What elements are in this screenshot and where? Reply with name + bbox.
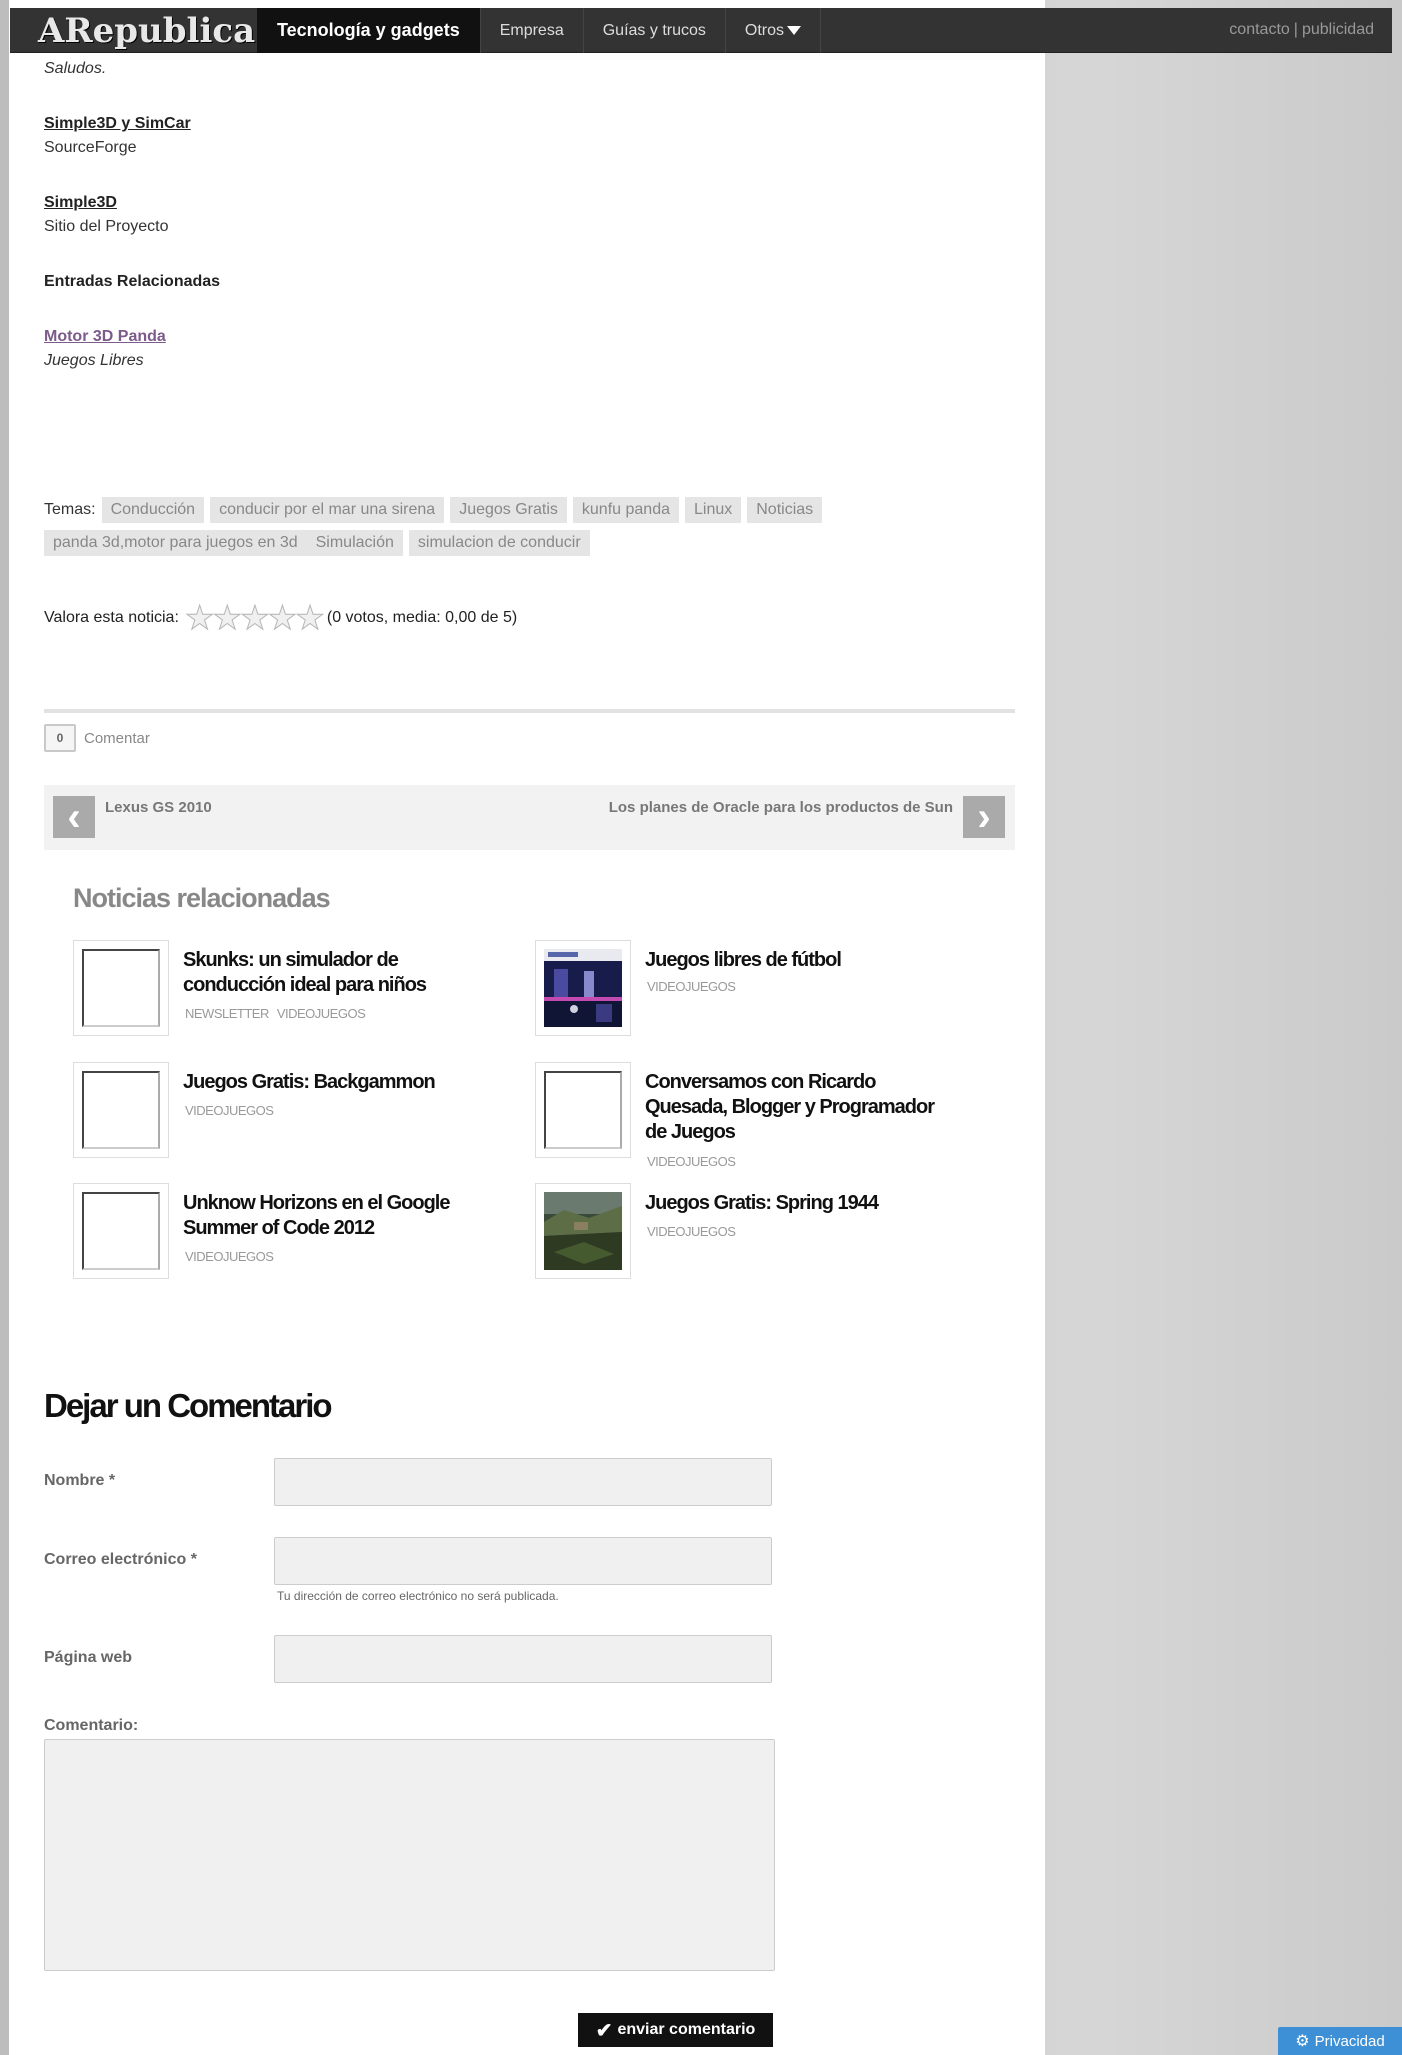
related-title[interactable]: Juegos Gratis: Backgammon xyxy=(183,1070,483,1095)
nav-otros-label: Otros xyxy=(744,21,785,39)
comment-label: Comentar xyxy=(84,729,150,747)
related-categories: VIDEOJUEGOS xyxy=(185,1249,281,1264)
football-game-image xyxy=(544,949,622,1027)
related-thumbnail[interactable] xyxy=(73,1183,169,1279)
comment-link[interactable]: 0 Comentar xyxy=(44,724,150,752)
email-field[interactable] xyxy=(274,1537,772,1585)
star-icon[interactable]: ★ xyxy=(212,601,243,635)
next-post-link[interactable]: Los planes de Oracle para los productos … xyxy=(609,799,953,816)
website-field[interactable] xyxy=(274,1635,772,1683)
tag[interactable]: Linux xyxy=(684,497,742,523)
related-categories: VIDEOJUEGOS xyxy=(647,979,743,994)
site-logo[interactable]: ARepublica xyxy=(10,8,257,53)
left-edge xyxy=(0,0,9,2055)
tag[interactable]: Noticias xyxy=(747,497,823,523)
website-label: Página web xyxy=(44,1649,133,1666)
gear-icon: ⚙ xyxy=(1295,2033,1310,2050)
chevron-right-icon[interactable]: › xyxy=(963,796,1005,838)
link-simple3d-desc: Sitio del Proyecto xyxy=(44,218,169,235)
tag[interactable]: conducir por el mar una sirena xyxy=(210,497,445,523)
star-icon[interactable]: ★ xyxy=(240,601,271,635)
category-link[interactable]: NEWSLETTER xyxy=(185,1006,269,1021)
ads-link[interactable]: publicidad xyxy=(1302,21,1374,39)
link-simple3d[interactable]: Simple3D xyxy=(44,194,117,212)
link-simple3d-simcar[interactable]: Simple3D y SimCar xyxy=(44,115,191,133)
related-title[interactable]: Skunks: un simulador de conducción ideal… xyxy=(183,948,483,998)
star-icon[interactable]: ★ xyxy=(295,601,326,635)
related-thumbnail[interactable] xyxy=(535,1062,631,1158)
privacy-label: Privacidad xyxy=(1314,2032,1385,2050)
related-title[interactable]: Conversamos con Ricardo Quesada, Blogger… xyxy=(645,1070,945,1145)
category-link[interactable]: VIDEOJUEGOS xyxy=(647,1224,736,1239)
tag[interactable]: panda 3d,motor para juegos en 3d xyxy=(44,530,307,556)
related-thumbnail[interactable] xyxy=(73,1062,169,1158)
article-greeting: Saludos. xyxy=(44,60,107,77)
category-link[interactable]: VIDEOJUEGOS xyxy=(277,1006,366,1021)
tag[interactable]: Juegos Gratis xyxy=(450,497,567,523)
related-categories: NEWSLETTER VIDEOJUEGOS xyxy=(185,1006,373,1021)
category-link[interactable]: VIDEOJUEGOS xyxy=(185,1103,274,1118)
related-categories: VIDEOJUEGOS xyxy=(185,1103,281,1118)
related-thumbnail[interactable] xyxy=(535,940,631,1036)
tag[interactable]: kunfu panda xyxy=(572,497,679,523)
contact-link[interactable]: contacto xyxy=(1229,21,1289,39)
tags-label: Temas: xyxy=(44,501,96,518)
top-links-separator: | xyxy=(1293,21,1298,38)
submit-comment-button[interactable]: ✔ enviar comentario xyxy=(578,2013,773,2047)
prev-post-link[interactable]: Lexus GS 2010 xyxy=(105,799,212,816)
tags-list: Temas: Conducción conducir por el mar una … xyxy=(44,493,1004,559)
rating-widget: Valora esta noticia: ★ ★ ★ ★ ★ (0 votos,… xyxy=(44,601,518,635)
comment-bubble-icon: 0 xyxy=(44,724,76,752)
link-simple3d-simcar-desc: SourceForge xyxy=(44,139,137,156)
rating-stars: ★ ★ ★ ★ ★ xyxy=(184,601,326,635)
nav-tecnologia[interactable]: Tecnología y gadgets xyxy=(257,8,481,53)
link-motor-3d-panda[interactable]: Motor 3D Panda xyxy=(44,328,166,346)
tag[interactable]: simulacion de conducir xyxy=(408,530,590,556)
section-divider xyxy=(44,709,1015,713)
name-field[interactable] xyxy=(274,1458,772,1506)
related-title[interactable]: Juegos libres de fútbol xyxy=(645,948,945,973)
comment-form-heading: Dejar un Comentario xyxy=(44,1387,333,1424)
name-label: Nombre * xyxy=(44,1472,116,1489)
email-label: Correo electrónico * xyxy=(44,1551,197,1568)
spring-1944-game-image xyxy=(544,1192,622,1270)
checkmark-icon: ✔ xyxy=(595,2019,613,2042)
privacy-button[interactable]: ⚙ Privacidad xyxy=(1278,2027,1402,2055)
top-links: contacto | publicidad xyxy=(1229,8,1392,52)
caret-down-icon xyxy=(787,26,802,35)
submit-label: enviar comentario xyxy=(617,2021,756,2038)
category-link[interactable]: VIDEOJUEGOS xyxy=(185,1249,274,1264)
category-link[interactable]: VIDEOJUEGOS xyxy=(647,1154,736,1169)
category-link[interactable]: VIDEOJUEGOS xyxy=(647,979,736,994)
related-thumbnail[interactable] xyxy=(535,1183,631,1279)
related-news-heading: Noticias relacionadas xyxy=(73,883,331,913)
related-categories: VIDEOJUEGOS xyxy=(647,1154,743,1169)
related-title[interactable]: Juegos Gratis: Spring 1944 xyxy=(645,1191,945,1216)
nav-otros[interactable]: Otros xyxy=(726,8,822,53)
related-thumbnail[interactable] xyxy=(73,940,169,1036)
top-navbar: ARepublica Tecnología y gadgets Empresa … xyxy=(10,8,1392,53)
chevron-left-icon[interactable]: ‹ xyxy=(53,796,95,838)
link-motor-3d-panda-desc: Juegos Libres xyxy=(44,352,144,369)
star-icon[interactable]: ★ xyxy=(184,601,215,635)
comment-textarea[interactable] xyxy=(44,1739,775,1971)
nav-guias[interactable]: Guías y trucos xyxy=(584,8,726,53)
star-icon[interactable]: ★ xyxy=(267,601,298,635)
email-hint: Tu dirección de correo electrónico no se… xyxy=(277,1589,559,1603)
rating-label: Valora esta noticia: xyxy=(44,609,179,626)
rating-summary: (0 votos, media: 0,00 de 5) xyxy=(326,609,518,626)
related-title[interactable]: Unknow Horizons en el Google Summer of C… xyxy=(183,1191,483,1241)
tag[interactable]: Simulación xyxy=(306,530,403,556)
tag[interactable]: Conducción xyxy=(101,497,205,523)
comment-label-field: Comentario: xyxy=(44,1717,139,1734)
related-categories: VIDEOJUEGOS xyxy=(647,1224,743,1239)
nav-empresa[interactable]: Empresa xyxy=(481,8,584,53)
related-entries-heading: Entradas Relacionadas xyxy=(44,273,221,290)
post-navigation: ‹ Lexus GS 2010 Los planes de Oracle par… xyxy=(44,785,1015,850)
